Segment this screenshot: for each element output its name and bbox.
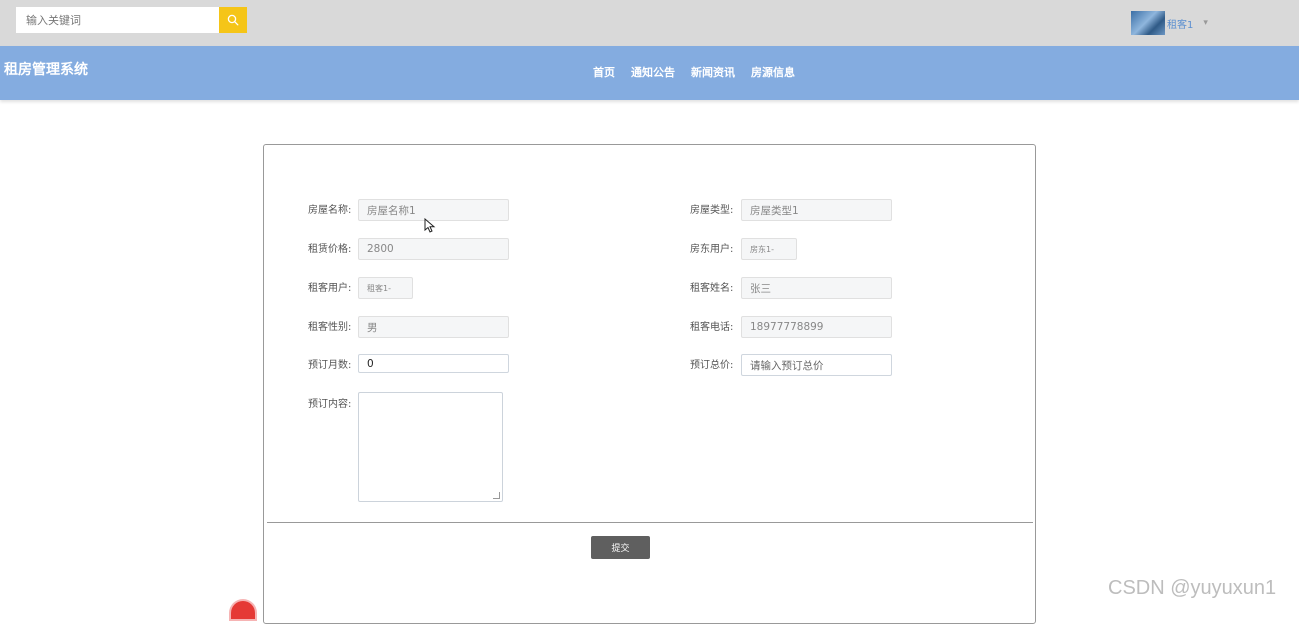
total-price-input[interactable]: 请输入预订总价 [741, 354, 892, 376]
house-name-label: 房屋名称: [308, 205, 352, 216]
nav-item-home[interactable]: 首页 [593, 64, 615, 80]
nav-bar: 租房管理系统 首页 通知公告 新闻资讯 房源信息 [0, 46, 1299, 100]
floating-chat-icon[interactable] [231, 601, 255, 619]
form-divider [267, 522, 1033, 523]
top-bar: 租客1 ▾ [0, 0, 1299, 46]
tenant-phone-field[interactable]: 18977778899 [741, 316, 892, 338]
tenant-user-field[interactable]: 租客1- [358, 277, 413, 299]
tenant-name-label: 租客姓名: [690, 283, 734, 294]
nav-item-listings[interactable]: 房源信息 [751, 64, 795, 80]
search-input[interactable] [16, 7, 219, 33]
tenant-name-field[interactable]: 张三 [741, 277, 892, 299]
watermark: CSDN @yuyuxun1 [1108, 577, 1277, 599]
rent-price-label: 租赁价格: [308, 244, 352, 255]
house-type-label: 房屋类型: [690, 205, 734, 216]
content-label: 预订内容: [308, 399, 352, 410]
content-textarea[interactable] [358, 392, 503, 502]
tenant-user-label: 租客用户: [308, 283, 352, 294]
avatar [1131, 11, 1165, 35]
user-name: 租客1 [1167, 19, 1194, 31]
tenant-gender-field[interactable]: 男 [358, 316, 509, 338]
nav-item-notices[interactable]: 通知公告 [631, 64, 675, 80]
rent-price-field[interactable]: 2800 [358, 238, 509, 260]
site-brand: 租房管理系统 [4, 62, 88, 78]
tenant-gender-label: 租客性别: [308, 322, 352, 333]
main-nav: 首页 通知公告 新闻资讯 房源信息 [593, 64, 795, 80]
search-icon [227, 14, 239, 26]
booking-form: 房屋名称: 房屋名称1 房屋类型: 房屋类型1 租赁价格: 2800 房东用户:… [263, 144, 1036, 624]
months-input[interactable]: 0 [358, 354, 509, 373]
resize-grip-icon[interactable] [493, 492, 500, 499]
house-type-field[interactable]: 房屋类型1 [741, 199, 892, 221]
search-button[interactable] [219, 7, 247, 33]
nav-item-news[interactable]: 新闻资讯 [691, 64, 735, 80]
total-price-label: 预订总价: [690, 360, 734, 371]
landlord-label: 房东用户: [690, 244, 734, 255]
mouse-cursor-icon [424, 218, 436, 233]
landlord-field[interactable]: 房东1- [741, 238, 797, 260]
chevron-down-icon: ▾ [1203, 18, 1208, 28]
months-label: 预订月数: [308, 360, 352, 371]
tenant-phone-label: 租客电话: [690, 322, 734, 333]
submit-button[interactable]: 提交 [591, 536, 650, 559]
user-menu[interactable]: 租客1 ▾ [1131, 10, 1208, 36]
